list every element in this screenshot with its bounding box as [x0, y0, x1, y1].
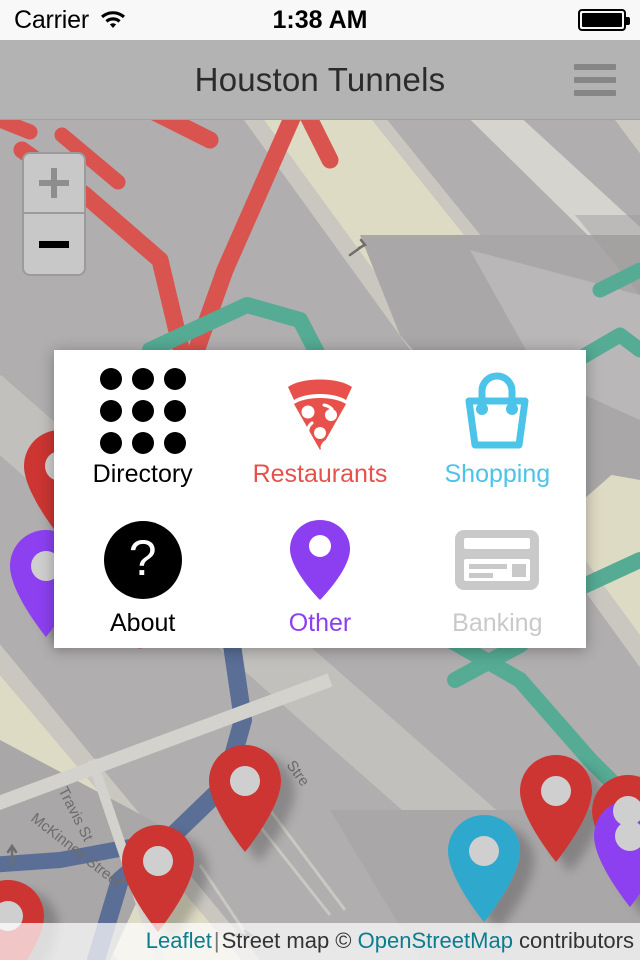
nav-bar: Houston Tunnels — [0, 40, 640, 120]
grid-dots-icon — [54, 368, 231, 454]
status-bar-right — [578, 9, 630, 31]
map-attribution: Leaflet|Street map © OpenStreetMap contr… — [0, 923, 640, 960]
pizza-slice-icon — [231, 368, 408, 454]
tile-restaurants[interactable]: Restaurants — [231, 350, 408, 499]
map-pin-icon — [231, 517, 408, 603]
openstreetmap-link[interactable]: OpenStreetMap — [358, 928, 513, 953]
status-bar: Carrier 1:38 AM — [0, 0, 640, 40]
carrier-label: Carrier — [14, 5, 89, 34]
wifi-icon — [99, 7, 127, 34]
question-mark-icon: ? — [54, 517, 231, 603]
attribution-separator: | — [213, 928, 220, 953]
tile-label-directory: Directory — [92, 460, 193, 488]
minus-icon — [39, 240, 69, 248]
attribution-suffix: contributors — [512, 928, 634, 953]
credit-card-icon — [409, 517, 586, 603]
tile-banking[interactable]: Banking — [409, 499, 586, 648]
hamburger-menu-icon[interactable] — [574, 63, 616, 96]
zoom-control[interactable] — [22, 152, 86, 276]
tile-label-restaurants: Restaurants — [252, 460, 388, 488]
tile-directory[interactable]: Directory — [54, 350, 231, 499]
category-picker-modal: Directory Restaurants Shopping ? About O… — [54, 350, 586, 648]
page-title: Houston Tunnels — [194, 60, 446, 98]
battery-full-icon — [578, 9, 630, 31]
tile-label-other: Other — [288, 609, 352, 637]
app-root: Carrier 1:38 AM Houston Tunnels Stre Tra… — [0, 0, 640, 960]
tile-label-shopping: Shopping — [444, 460, 551, 488]
zoom-out-button[interactable] — [24, 214, 84, 274]
tile-other[interactable]: Other — [231, 499, 408, 648]
plus-icon — [39, 168, 69, 198]
status-bar-left: Carrier — [14, 6, 127, 35]
tile-about[interactable]: ? About — [54, 499, 231, 648]
tile-label-banking: Banking — [452, 609, 543, 637]
leaflet-link[interactable]: Leaflet — [146, 928, 212, 953]
tile-label-about: About — [109, 609, 176, 637]
tile-shopping[interactable]: Shopping — [409, 350, 586, 499]
modal-row-top: Directory Restaurants Shopping — [54, 350, 586, 499]
attribution-prefix: Street map © — [221, 928, 358, 953]
zoom-in-button[interactable] — [24, 154, 84, 214]
modal-row-bottom: ? About Other Banking — [54, 499, 586, 648]
shopping-bag-icon — [409, 368, 586, 454]
